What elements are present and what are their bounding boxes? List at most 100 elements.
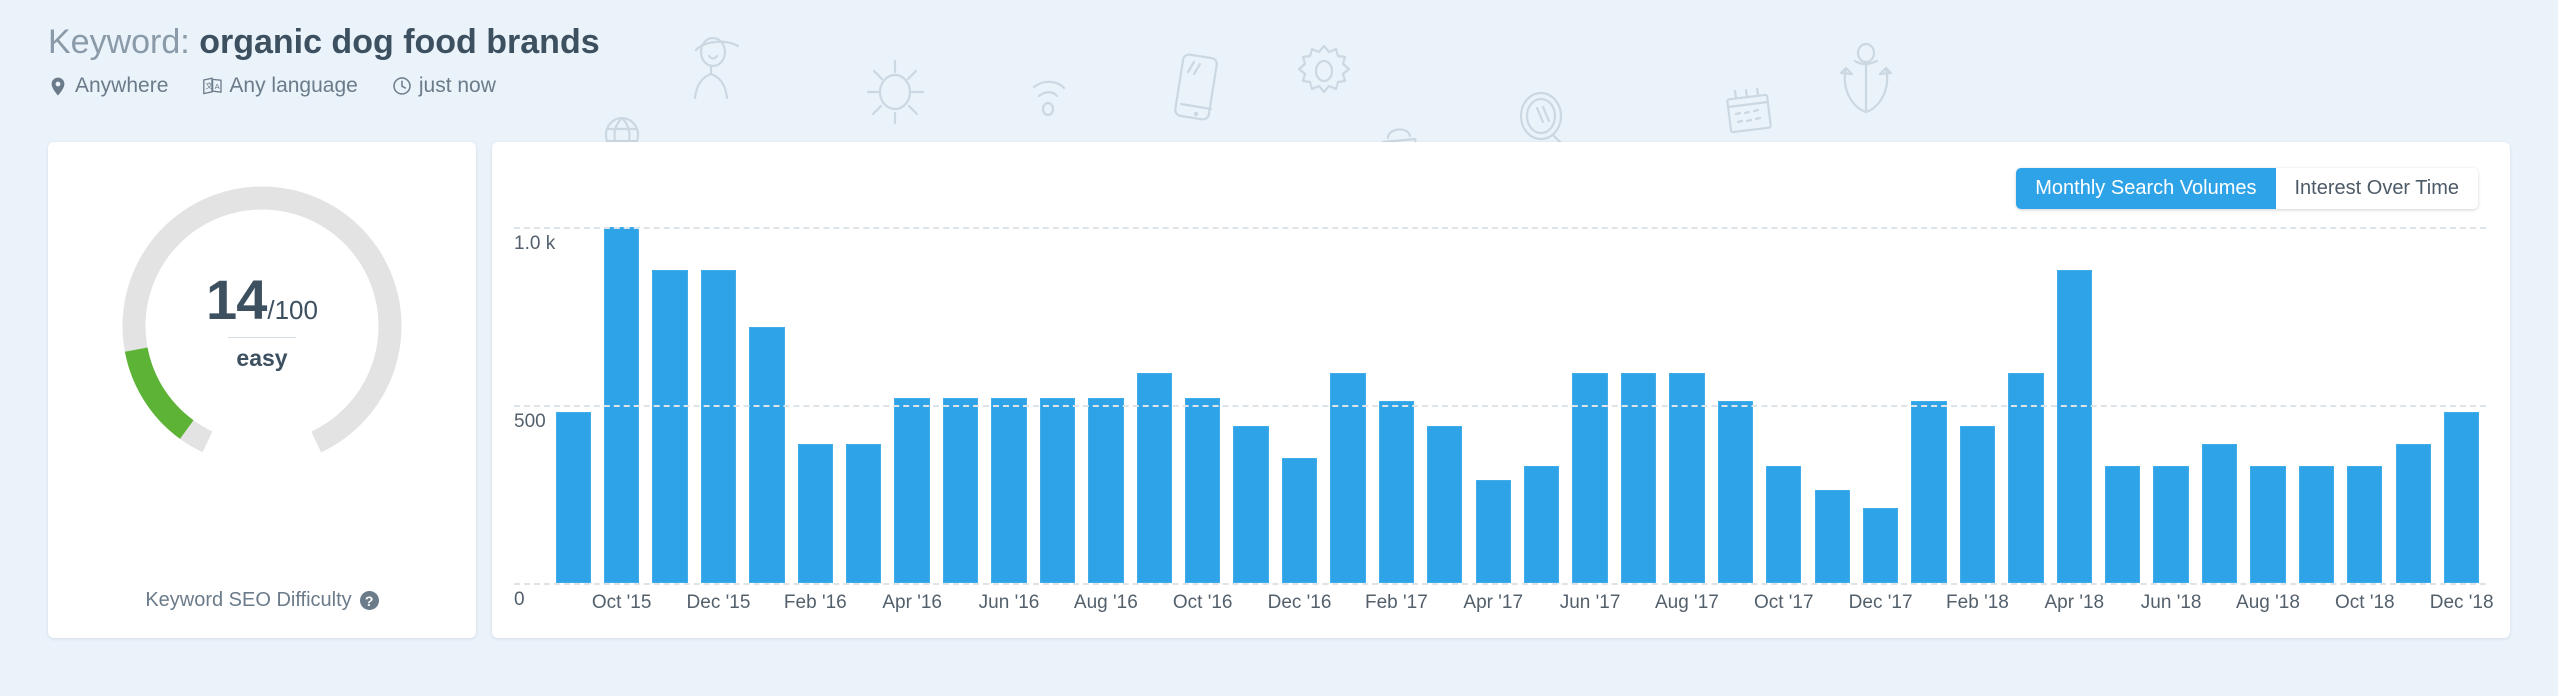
y-tick-label: 500 [514,411,546,432]
meta-time-label: just now [418,74,496,97]
chart-plot-area: Oct '15 Dec '15 Feb '16 Apr '16 Jun '16 Aug '… [492,142,2510,638]
keyword-difficulty-card: 14 /100 easy Keyword SEO Difficulty ? [48,142,476,638]
bar[interactable] [2056,269,2092,583]
meta-location[interactable]: Anywhere [48,74,168,98]
y-tick-label: 0 [514,589,525,610]
bar[interactable] [1911,401,1947,583]
x-tick-slot [1711,592,1759,620]
bar[interactable] [2153,465,2189,583]
difficulty-word: easy [236,345,288,371]
x-tick-slot: Feb '16 [784,592,847,620]
phone-icon [1174,53,1218,121]
bar[interactable] [1766,465,1802,583]
bar[interactable] [1717,401,1753,583]
x-tick-slot: Dec '18 [2430,592,2494,620]
x-tick-slot: Feb '18 [1946,592,2009,620]
gauge-center-label: 14 /100 easy [112,272,412,372]
bar[interactable] [942,397,979,583]
meta-location-label: Anywhere [75,74,169,97]
tab-interest-over-time[interactable]: Interest Over Time [2275,168,2478,209]
bar[interactable] [2201,444,2238,583]
difficulty-caption-label: Keyword SEO Difficulty [145,589,352,611]
x-tick-label: Oct '16 [1172,592,1233,613]
x-tick-slot [840,592,888,620]
tab-monthly-search-volumes[interactable]: Monthly Search Volumes [2016,168,2276,209]
x-tick-slot: Oct '18 [2335,592,2395,620]
bar[interactable] [2443,412,2480,583]
gear-icon [1297,44,1351,94]
bar[interactable] [894,397,930,583]
page-header: Keyword: organic dog food brands Anywher… [48,22,600,98]
bar[interactable] [2347,465,2383,583]
gridline-500 [514,405,2486,407]
x-tick-slot: Apr '18 [2044,592,2104,620]
x-tick-slot: Dec '16 [1268,592,1332,620]
x-tick-label: Jun '16 [978,592,1040,613]
keyword-label: Keyword: [48,23,190,61]
x-tick-label: Apr '18 [2044,592,2105,613]
x-tick-label: Dec '17 [1848,592,1913,613]
bar[interactable] [700,269,737,583]
location-pin-icon [48,75,68,97]
x-tick-label: Dec '18 [2429,592,2494,613]
x-tick-slot [549,592,597,620]
x-tick-slot: Apr '17 [1463,592,1523,620]
x-tick-slot [1517,592,1565,620]
x-axis: Oct '15 Dec '15 Feb '16 Apr '16 Jun '16 Aug '… [549,592,2494,620]
bar[interactable] [1039,397,1076,583]
x-tick-slot: Aug '16 [1074,592,1138,620]
bar[interactable] [1862,508,1899,583]
bar[interactable] [749,326,785,583]
x-tick-label: Apr '16 [882,592,942,613]
x-tick-slot: Aug '18 [2236,592,2300,620]
bar[interactable] [1281,458,1318,583]
bar[interactable] [2395,444,2431,583]
x-tick-label: Dec '15 [686,592,751,613]
x-tick-slot: Apr '16 [882,592,942,620]
x-tick-label: Oct '15 [591,592,652,613]
x-tick-label: Oct '18 [2335,592,2395,613]
meta-time[interactable]: just now [392,74,496,98]
bar[interactable] [1475,479,1511,583]
bar[interactable] [1233,426,1269,583]
wifi-icon [1032,80,1066,117]
x-tick-slot: Dec '17 [1849,592,1913,620]
meta-language[interactable]: 文 A Any language [202,74,358,98]
x-tick-label: Jun '17 [1559,592,1621,613]
bar[interactable] [797,444,833,583]
chart-mode-toggle: Monthly Search Volumes Interest Over Tim… [2016,168,2478,209]
x-tick-slot: Jun '16 [979,592,1040,620]
bar[interactable] [2250,465,2286,583]
bar[interactable] [1427,426,1463,583]
bar[interactable] [1523,465,1560,583]
bar[interactable] [1185,397,1221,583]
bar[interactable] [1814,490,1850,583]
difficulty-out-of: /100 [267,295,318,325]
search-volume-chart-card: Monthly Search Volumes Interest Over Tim… [492,142,2510,638]
bar[interactable] [1378,401,1415,583]
x-tick-slot [1130,592,1178,620]
bar[interactable] [991,397,1027,583]
bar[interactable] [2105,465,2141,583]
bar[interactable] [846,444,882,583]
x-tick-slot [2099,592,2147,620]
x-tick-slot: Jun '17 [1560,592,1621,620]
x-tick-label: Jun '18 [2140,592,2202,613]
x-tick-label: Feb '18 [1946,592,2009,613]
page-title: Keyword: organic dog food brands [48,22,600,62]
calendar-icon [1726,88,1772,134]
svg-text:文: 文 [205,81,213,91]
bar[interactable] [1959,426,1996,583]
bar[interactable] [555,412,591,583]
bar[interactable] [1088,397,1124,583]
x-tick-slot: Oct '15 [592,592,652,620]
x-tick-slot: Aug '17 [1655,592,1719,620]
x-tick-slot [936,592,984,620]
person-hat-icon [693,36,740,100]
x-tick-slot: Jun '18 [2141,592,2202,620]
gridline-1000 [514,227,2486,229]
help-icon[interactable]: ? [359,591,379,610]
bar[interactable] [2298,465,2335,583]
bar[interactable] [652,269,688,583]
meta-language-label: Any language [229,74,358,97]
